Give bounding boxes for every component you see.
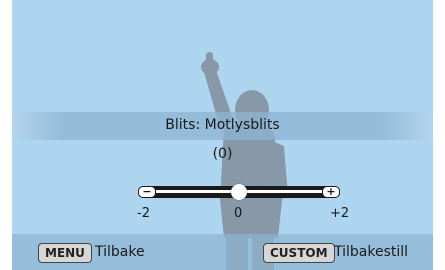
slider-knob[interactable]	[231, 184, 247, 200]
minus-icon[interactable]: −	[138, 186, 156, 198]
exposure-value: (0)	[212, 146, 233, 162]
plus-icon[interactable]: +	[322, 186, 340, 198]
reset-action-label: Tilbakestill	[334, 244, 409, 260]
custom-key-badge[interactable]: CUSTOM	[263, 243, 335, 263]
slider-mid-label: 0	[234, 206, 243, 221]
menu-key-badge[interactable]: MENU	[38, 243, 92, 263]
flash-mode-title: Blits: Motlysblits	[165, 117, 280, 133]
camera-screen: Blits: Motlysblits (0) − + -2 0 +2 MENU …	[12, 0, 433, 270]
slider-max-label: +2	[330, 206, 350, 221]
slider-min-label: -2	[137, 206, 150, 221]
flash-compensation-slider[interactable]: − +	[138, 184, 340, 200]
back-action-label: Tilbake	[95, 244, 145, 260]
